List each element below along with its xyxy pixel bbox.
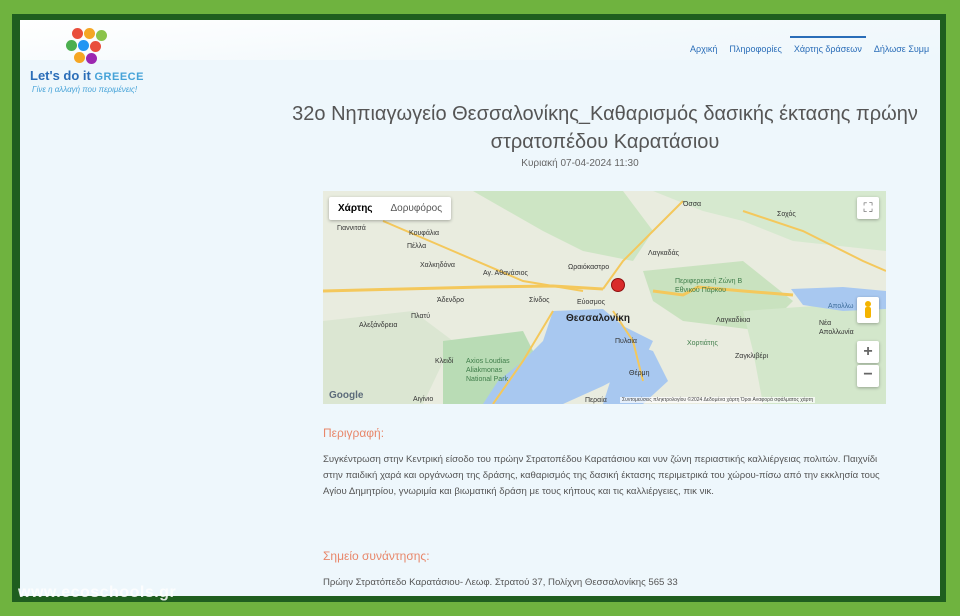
zoom-out-button[interactable]: − <box>857 365 879 387</box>
map-label: Χορτιάτης <box>687 340 718 347</box>
description-heading: Περιγραφή: <box>323 426 385 440</box>
logo-icon <box>66 28 110 66</box>
map-label: Πλατύ <box>411 313 431 320</box>
pegman-figure <box>865 301 871 318</box>
map-label: Χαλκηδόνα <box>420 262 455 269</box>
main-nav: Αρχική Πληροφορίες Χάρτης δράσεων Δήλωσε… <box>690 36 929 54</box>
description-text: Συγκέντρωση στην Κεντρική είσοδο του πρώ… <box>323 454 880 497</box>
map-label: Περαία <box>585 397 607 404</box>
logo[interactable]: Let's do it GREECE Γίνε η αλλαγή που περ… <box>30 28 150 98</box>
fullscreen-icon[interactable]: ⛶ <box>857 197 879 219</box>
header-fade <box>20 20 940 60</box>
map-label: Νέα Απολλωνία <box>819 320 854 336</box>
pegman-icon[interactable] <box>857 297 879 323</box>
map-label: Εύοσμος <box>577 299 606 306</box>
nav-item-info[interactable]: Πληροφορίες <box>729 44 781 54</box>
map-attribution[interactable]: Συντομεύσεις πληκτρολογίου ©2024 Δεδομέν… <box>620 397 816 403</box>
meeting-point-address: Πρώην Στρατόπεδο Καρατάσιου- Λεωφ. Στρατ… <box>323 577 678 588</box>
map-label: Αιγίνιο <box>413 396 434 403</box>
map-label: Απολλω <box>828 303 854 310</box>
map-label: Ωραιόκαστρο <box>568 264 610 271</box>
map-tab-satellite[interactable]: Δορυφόρος <box>382 197 452 220</box>
map-label: Σίνδος <box>529 297 550 304</box>
map-label-park: Axios Loudias Aliakmonas National Park <box>466 358 510 383</box>
map-label-park: Περιφερειακή Ζώνη Β Εθνικού Πάρκου <box>675 278 743 294</box>
map-label: Λαγκαδίκια <box>716 317 751 324</box>
map-label: Πυλαία <box>615 338 637 345</box>
map-label: Όσσα <box>683 201 702 208</box>
logo-title-main: Let's do it <box>30 68 95 83</box>
map-label: Άδενδρο <box>437 297 464 304</box>
nav-item-action-map[interactable]: Χάρτης δράσεων <box>789 36 866 54</box>
map-label: Σοχός <box>777 211 796 218</box>
map-tab-map[interactable]: Χάρτης <box>329 197 382 220</box>
map-label: Γιαννιτσά <box>337 225 366 232</box>
map-canvas <box>323 191 886 404</box>
google-logo: Google <box>329 390 364 401</box>
logo-title: Let's do it GREECE <box>30 68 144 83</box>
zoom-in-button[interactable]: + <box>857 341 879 363</box>
map[interactable]: Χάρτης Δορυφόρος ⛶ + − Γιαννιτσά Κουφάλι… <box>323 191 886 404</box>
map-label: Αγ. Αθανάσιος <box>483 270 528 277</box>
map-label: Ζαγκλιβέρι <box>735 353 769 360</box>
map-type-tabs: Χάρτης Δορυφόρος <box>329 197 452 220</box>
map-label: Αλεξάνδρεια <box>359 322 398 329</box>
watermark: www.ecoschools.gr <box>18 584 177 601</box>
page: Let's do it GREECE Γίνε η αλλαγή που περ… <box>20 20 940 596</box>
map-label-city: Θεσσαλονίκη <box>566 313 630 324</box>
nav-item-register[interactable]: Δήλωσε Συμμ <box>874 44 929 54</box>
map-label: Θέρμη <box>629 370 650 377</box>
map-label: Λαγκαδάς <box>648 250 680 257</box>
meeting-point-heading: Σημείο συνάντησης: <box>323 549 430 563</box>
page-title: 32ο Νηπιαγωγείο Θεσσαλονίκης_Καθαρισμός … <box>292 103 918 153</box>
logo-subtitle: Γίνε η αλλαγή που περιμένεις! <box>32 85 138 94</box>
map-label: Πέλλα <box>407 243 427 250</box>
logo-title-accent: GREECE <box>94 71 144 83</box>
nav-item-home[interactable]: Αρχική <box>690 44 717 54</box>
map-label: Κλειδί <box>435 358 454 365</box>
location-pin-icon[interactable] <box>611 278 625 292</box>
map-label: Κουφάλια <box>409 230 439 237</box>
event-date: Κυριακή 07-04-2024 11:30 <box>521 158 639 169</box>
